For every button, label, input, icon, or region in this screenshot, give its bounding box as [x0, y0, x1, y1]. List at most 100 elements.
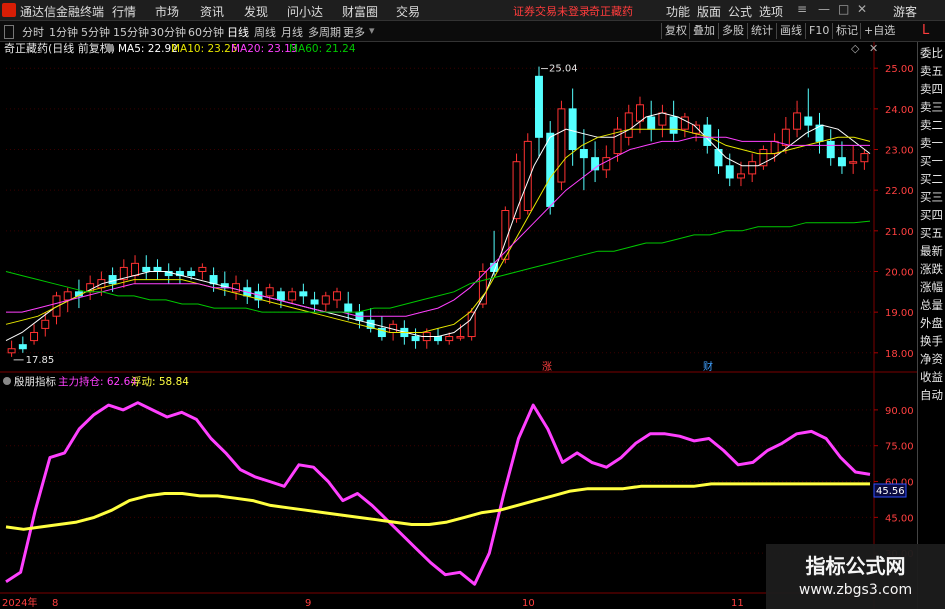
chart-close-icon[interactable]: ✕: [869, 42, 878, 55]
indicator-settings-icon[interactable]: [3, 377, 11, 385]
watermark-title: 指标公式网: [805, 554, 906, 578]
candle-body: [276, 291, 285, 301]
candle-body: [658, 112, 667, 126]
price-tick-label: 25.00: [885, 64, 914, 75]
price-tick-label: 22.00: [885, 186, 914, 197]
sidebar-item-net-assets[interactable]: 净资: [920, 351, 943, 367]
period-intraday[interactable]: 分时: [22, 24, 44, 40]
menu-layout[interactable]: 版面: [697, 3, 721, 20]
overlay-button[interactable]: 叠加: [689, 23, 718, 39]
ma-line-ma20: [6, 136, 870, 317]
candle-body: [288, 291, 297, 301]
period-monthly[interactable]: 月线: [281, 24, 303, 40]
sidebar-item-ask2[interactable]: 卖二: [920, 117, 943, 133]
candle-body: [602, 157, 611, 171]
grid-lines: [0, 42, 917, 609]
minimize-icon[interactable]: —: [818, 2, 830, 16]
sidebar-item-turnover[interactable]: 换手: [920, 333, 943, 349]
sidebar-item-bid1[interactable]: 买一: [920, 153, 943, 169]
period-more[interactable]: 更多: [343, 24, 365, 40]
indicator-lines: [5, 401, 871, 586]
sidebar-item-auto[interactable]: 自动: [920, 387, 943, 403]
indicator-tick-label: 90.00: [885, 406, 914, 417]
window-menu-icon[interactable]: ≡: [797, 2, 807, 16]
menu-functions[interactable]: 功能: [666, 3, 690, 20]
period-60min[interactable]: 60分钟: [188, 24, 224, 40]
candle-body: [781, 128, 790, 146]
close-icon[interactable]: ✕: [857, 2, 867, 16]
sidebar-item-bid3[interactable]: 买三: [920, 189, 943, 205]
time-label-nov: 11: [731, 598, 744, 609]
sidebar-item-bid2[interactable]: 买二: [920, 171, 943, 187]
candle-body: [467, 311, 476, 338]
watermark: 指标公式网 www.zbgs3.com: [766, 544, 945, 609]
layout-toggle-icon[interactable]: [4, 25, 14, 39]
sidebar-item-change[interactable]: 涨跌: [920, 261, 943, 277]
ma-settings-icon[interactable]: [106, 44, 114, 52]
ma5-label: MA5: 22.92: [118, 43, 178, 55]
period-1min[interactable]: 1分钟: [49, 24, 78, 40]
period-30min[interactable]: 30分钟: [150, 24, 186, 40]
candle-body: [804, 116, 813, 126]
sidebar-item-volume[interactable]: 总量: [920, 297, 943, 313]
indicator-tick-label: 45.00: [885, 513, 914, 524]
statistics-button[interactable]: 统计: [747, 23, 776, 39]
menu-wealth[interactable]: 财富圈: [342, 3, 378, 20]
sidebar-item-change-pct[interactable]: 涨幅: [920, 279, 943, 295]
menu-formula[interactable]: 公式: [728, 3, 752, 20]
menu-news[interactable]: 资讯: [200, 3, 224, 20]
sidebar-item-ask1[interactable]: 卖一: [920, 135, 943, 151]
event-marker-finance[interactable]: 财: [703, 360, 713, 373]
chart-area[interactable]: 奇正藏药(日线 前复权) MA5: 22.92 MA10: 23.25 MA20…: [0, 42, 917, 609]
maximize-icon[interactable]: □: [838, 2, 849, 16]
menu-discover[interactable]: 发现: [244, 3, 268, 20]
chart-expand-icon[interactable]: ◇: [851, 42, 860, 55]
candle-body: [131, 262, 140, 277]
event-marker-rise[interactable]: 涨: [542, 361, 552, 373]
price-tick-label: 21.00: [885, 227, 914, 238]
menu-market-quotes[interactable]: 行情: [112, 3, 136, 20]
menu-market[interactable]: 市场: [155, 3, 179, 20]
sidebar-item-earnings[interactable]: 收益: [920, 369, 943, 385]
current-stock-name: 奇正藏药: [589, 5, 633, 18]
menu-trade[interactable]: 交易: [396, 3, 420, 20]
watermark-url: www.zbgs3.com: [798, 582, 913, 598]
candle-body: [63, 291, 72, 301]
period-weekly[interactable]: 周线: [254, 24, 276, 40]
sidebar-item-ask5[interactable]: 卖五: [920, 63, 943, 79]
side-panel-indicator[interactable]: L: [922, 23, 929, 38]
candle-body: [7, 348, 16, 354]
more-dropdown-icon[interactable]: ▾: [369, 24, 375, 37]
ma60-label: MA60: 21.24: [289, 43, 356, 55]
period-15min[interactable]: 15分钟: [113, 24, 149, 40]
add-watchlist-button[interactable]: +自选: [860, 23, 898, 39]
sidebar-item-ask3[interactable]: 卖三: [920, 99, 943, 115]
sidebar-item-ask4[interactable]: 卖四: [920, 81, 943, 97]
sidebar-item-outer[interactable]: 外盘: [920, 315, 943, 331]
candle-body: [299, 291, 308, 297]
candlestick-series: [7, 66, 869, 361]
candle-body: [703, 124, 712, 146]
menu-ask[interactable]: 问小达: [287, 3, 323, 20]
mark-button[interactable]: 标记: [832, 23, 861, 39]
period-daily[interactable]: 日线: [227, 24, 249, 40]
user-label[interactable]: 游客: [893, 3, 917, 20]
candle-body: [232, 283, 241, 293]
draw-line-button[interactable]: 画线: [776, 23, 805, 39]
period-5min[interactable]: 5分钟: [81, 24, 110, 40]
sidebar-item-bid4[interactable]: 买四: [920, 207, 943, 223]
period-multi[interactable]: 多周期: [308, 24, 341, 40]
f10-button[interactable]: F10: [805, 23, 832, 39]
sidebar-item-bid5[interactable]: 买五: [920, 225, 943, 241]
indicator-tick-label: 75.00: [885, 442, 914, 453]
trade-login-warning[interactable]: 证券交易未登录: [513, 3, 590, 19]
indicator-axis: 90.0075.0060.0045.0030.00: [874, 406, 914, 560]
candle-body: [310, 299, 319, 305]
candle-body: [321, 295, 330, 305]
menu-options[interactable]: 选项: [759, 3, 783, 20]
sidebar-item-latest[interactable]: 最新: [920, 243, 943, 259]
sidebar-item-bid-ratio[interactable]: 委比: [920, 45, 943, 61]
multi-stock-button[interactable]: 多股: [718, 23, 747, 39]
adjust-button[interactable]: 复权: [661, 23, 690, 39]
moving-average-lines: [5, 112, 871, 342]
